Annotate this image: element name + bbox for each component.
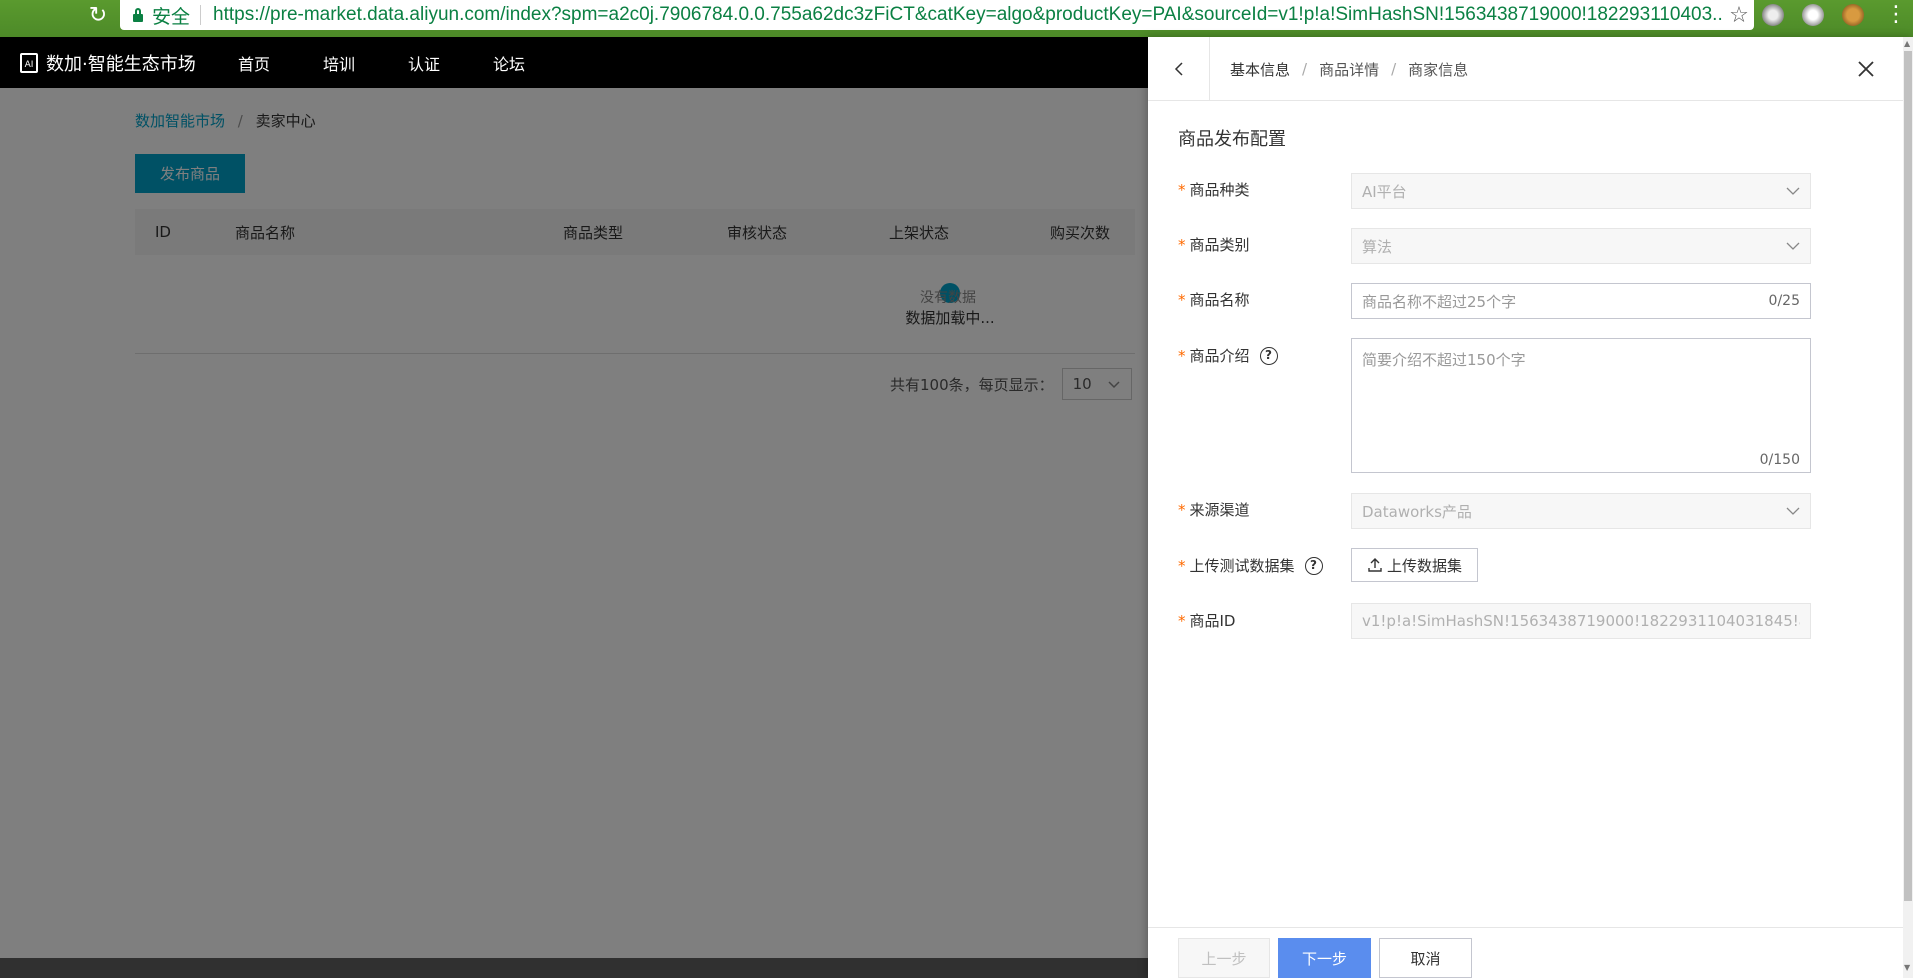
next-step-button[interactable]: 下一步 <box>1278 938 1371 978</box>
section-title: 商品发布配置 <box>1178 129 1286 150</box>
category-label-text: 商品类别 <box>1189 236 1250 254</box>
product-id-label: * 商品ID <box>1178 610 1235 631</box>
required-mark: * <box>1178 556 1186 575</box>
source-label-text: 来源渠道 <box>1189 501 1250 519</box>
source-value: Dataworks产品 <box>1362 502 1472 521</box>
modal-overlay[interactable] <box>0 88 1148 978</box>
chevron-down-icon <box>1786 242 1800 250</box>
source-label: * 来源渠道 <box>1178 499 1250 520</box>
kind-label-text: 商品种类 <box>1189 181 1250 199</box>
kind-value: AI平台 <box>1362 182 1407 201</box>
nav-forum[interactable]: 论坛 <box>493 51 578 75</box>
dataset-label: * 上传测试数据集 ? <box>1178 555 1323 576</box>
char-counter: 0/150 <box>1759 452 1800 468</box>
scrollbar-thumb[interactable] <box>1904 51 1912 901</box>
category-value: 算法 <box>1362 237 1393 256</box>
extension-icon[interactable] <box>1762 4 1784 26</box>
required-mark: * <box>1178 290 1186 309</box>
upload-icon <box>1368 558 1382 572</box>
close-icon[interactable] <box>1854 57 1878 81</box>
required-mark: * <box>1178 235 1186 254</box>
chevron-down-icon <box>1786 187 1800 195</box>
address-bar[interactable]: 安全 https://pre-market.data.aliyun.com/in… <box>120 0 1754 30</box>
step-merchant-info[interactable]: 商家信息 <box>1408 59 1468 80</box>
product-id-label-text: 商品ID <box>1189 612 1236 630</box>
publish-drawer: 基本信息 / 商品详情 / 商家信息 商品发布配置 * 商品种类 AI平台 * … <box>1148 37 1913 978</box>
nav-certification[interactable]: 认证 <box>408 51 493 75</box>
main-nav: 首页 培训 认证 论坛 <box>238 37 578 88</box>
help-icon[interactable]: ? <box>1304 556 1323 575</box>
char-counter: 0/25 <box>1768 293 1800 309</box>
reload-icon[interactable]: ↻ <box>86 4 110 28</box>
product-intro-placeholder: 简要介绍不超过150个字 <box>1362 351 1526 369</box>
cancel-button[interactable]: 取消 <box>1379 938 1472 978</box>
upload-dataset-button[interactable]: 上传数据集 <box>1351 548 1478 582</box>
nav-training[interactable]: 培训 <box>323 51 408 75</box>
intro-label-text: 商品介绍 <box>1189 347 1250 365</box>
brand-logo-icon: AI <box>20 52 38 73</box>
product-intro-textarea[interactable]: 简要介绍不超过150个字 0/150 <box>1351 338 1811 473</box>
brand[interactable]: AI 数加·智能生态市场 <box>20 37 196 88</box>
step-separator: / <box>1391 60 1397 78</box>
extension-icon[interactable] <box>1802 4 1824 26</box>
category-label: * 商品类别 <box>1178 234 1250 255</box>
nav-home[interactable]: 首页 <box>238 51 323 75</box>
intro-label: * 商品介绍 ? <box>1178 345 1278 366</box>
previous-step-button[interactable]: 上一步 <box>1178 938 1270 978</box>
help-icon[interactable]: ? <box>1259 346 1278 365</box>
dataset-label-text: 上传测试数据集 <box>1189 557 1295 575</box>
back-button[interactable] <box>1148 37 1210 100</box>
upload-dataset-label: 上传数据集 <box>1386 557 1462 575</box>
category-select[interactable]: 算法 <box>1351 228 1811 264</box>
divider <box>200 5 202 25</box>
product-name-placeholder: 商品名称不超过25个字 <box>1362 292 1517 311</box>
url-text[interactable]: https://pre-market.data.aliyun.com/index… <box>213 4 1724 26</box>
required-mark: * <box>1178 611 1186 630</box>
scroll-down-arrow-icon[interactable]: ▼ <box>1904 963 1910 972</box>
required-mark: * <box>1178 500 1186 519</box>
required-mark: * <box>1178 346 1186 365</box>
cookie-extension-icon[interactable] <box>1842 4 1864 26</box>
product-id-input[interactable]: v1!p!a!SimHashSN!1563438719000!182293110… <box>1351 603 1811 639</box>
source-select[interactable]: Dataworks产品 <box>1351 493 1811 529</box>
secure-label: 安全 <box>152 5 191 28</box>
step-breadcrumb: 基本信息 / 商品详情 / 商家信息 <box>1230 37 1468 101</box>
bookmark-star-icon[interactable]: ☆ <box>1724 3 1754 28</box>
name-label: * 商品名称 <box>1178 289 1250 310</box>
chevron-left-icon <box>1174 61 1183 76</box>
step-separator: / <box>1302 60 1308 78</box>
scroll-up-arrow-icon[interactable]: ▲ <box>1904 39 1910 48</box>
step-product-details[interactable]: 商品详情 <box>1319 59 1379 80</box>
lock-icon <box>132 8 144 22</box>
drawer-header: 基本信息 / 商品详情 / 商家信息 <box>1148 37 1903 101</box>
product-name-input[interactable]: 商品名称不超过25个字 0/25 <box>1351 283 1811 319</box>
name-label-text: 商品名称 <box>1189 291 1250 309</box>
modal-overlay-footer <box>0 958 1148 978</box>
chevron-down-icon <box>1786 507 1800 515</box>
browser-menu-icon[interactable]: ⋮ <box>1885 2 1907 28</box>
kind-select[interactable]: AI平台 <box>1351 173 1811 209</box>
browser-toolbar: ↻ 安全 https://pre-market.data.aliyun.com/… <box>0 0 1913 37</box>
product-id-value: v1!p!a!SimHashSN!1563438719000!182293110… <box>1362 612 1800 630</box>
brand-name: 数加·智能生态市场 <box>46 53 196 75</box>
kind-label: * 商品种类 <box>1178 179 1250 200</box>
drawer-scrollbar[interactable]: ▲ ▼ <box>1903 37 1913 978</box>
step-basic-info[interactable]: 基本信息 <box>1230 59 1290 80</box>
required-mark: * <box>1178 180 1186 199</box>
